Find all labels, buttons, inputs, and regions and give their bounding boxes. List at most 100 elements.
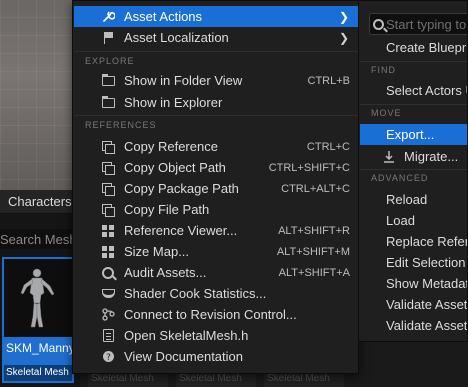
menu-item-audit-assets[interactable]: Audit Assets... ALT+SHIFT+A bbox=[74, 262, 358, 283]
menu-item-label: Open SkeletalMesh.h bbox=[124, 328, 249, 343]
menu-item-label: Connect to Revision Control... bbox=[124, 307, 297, 322]
menu-item-show-metadata[interactable]: Show Metadata bbox=[360, 273, 467, 294]
folder-search-icon bbox=[101, 95, 115, 110]
copy-icon bbox=[101, 140, 115, 154]
mannequin-icon bbox=[20, 268, 55, 328]
menu-item-copy-reference[interactable]: Copy Reference CTRL+C bbox=[74, 136, 358, 157]
search-meshes-placeholder: Search Meshes bbox=[0, 232, 80, 247]
menu-item-show-in-explorer[interactable]: Show in Explorer bbox=[74, 92, 358, 113]
section-header-advanced: ADVANCED bbox=[371, 173, 429, 183]
menu-item-label: Validate Assets bbox=[386, 297, 467, 312]
menu-item-label: Load bbox=[386, 213, 415, 228]
menu-item-select-actors[interactable]: Select Actors Using This Asset bbox=[360, 80, 467, 101]
menu-item-label: Shader Cook Statistics... bbox=[124, 286, 267, 301]
menu-item-replace-references[interactable]: Replace References bbox=[360, 231, 467, 252]
menu-item-label: Asset Actions bbox=[124, 9, 203, 24]
section-header-explore: EXPLORE bbox=[85, 56, 135, 66]
section-header-move: MOVE bbox=[371, 108, 402, 118]
reference-viewer-icon bbox=[101, 224, 115, 238]
menu-item-label: Reference Viewer... bbox=[124, 223, 238, 238]
menu-divider bbox=[74, 51, 358, 52]
section-header-references: REFERENCES bbox=[85, 120, 157, 130]
menu-item-reload[interactable]: Reload bbox=[360, 189, 467, 210]
menu-item-copy-object-path[interactable]: Copy Object Path CTRL+SHIFT+C bbox=[74, 157, 358, 178]
menu-item-export[interactable]: Export... bbox=[360, 124, 467, 145]
menu-item-label: Copy Package Path bbox=[124, 181, 239, 196]
search-meshes-input[interactable]: Search Meshes bbox=[0, 229, 80, 249]
chevron-right-icon: ❯ bbox=[338, 30, 350, 45]
menu-item-label: Migrate... bbox=[404, 149, 459, 164]
menu-item-label: Validate Assets and Dependencies bbox=[386, 318, 467, 333]
audit-icon bbox=[101, 266, 115, 280]
menu-item-size-map[interactable]: Size Map... ALT+SHIFT+M bbox=[74, 241, 358, 262]
level-viewport[interactable] bbox=[0, 0, 80, 190]
menu-item-label: Asset Localization bbox=[124, 30, 229, 45]
menu-item-show-in-folder-view[interactable]: Show in Folder View CTRL+B bbox=[74, 70, 358, 91]
asset-name-area: SKM_Manny bbox=[4, 337, 75, 367]
menu-item-shortcut: CTRL+B bbox=[307, 74, 351, 87]
submenu-search-box[interactable] bbox=[369, 13, 467, 35]
menu-item-shortcut: CTRL+SHIFT+C bbox=[268, 161, 350, 174]
menu-item-view-documentation[interactable]: ? View Documentation bbox=[74, 346, 358, 367]
menu-divider bbox=[360, 169, 467, 170]
menu-item-open-source-file[interactable]: Open SkeletalMesh.h bbox=[74, 325, 358, 346]
menu-item-asset-localization[interactable]: Asset Localization ❯ bbox=[74, 27, 358, 48]
wrench-icon bbox=[101, 10, 115, 24]
menu-item-label: Create Blueprint bbox=[386, 40, 467, 55]
search-icon bbox=[370, 18, 386, 30]
menu-item-label: Size Map... bbox=[124, 244, 190, 259]
size-map-icon bbox=[101, 245, 115, 259]
copy-icon bbox=[101, 161, 115, 175]
menu-item-validate-assets-dependencies[interactable]: Validate Assets and Dependencies bbox=[360, 315, 467, 336]
menu-item-copy-file-path[interactable]: Copy File Path bbox=[74, 199, 358, 220]
menu-item-label: Show in Folder View bbox=[124, 73, 243, 88]
cook-icon bbox=[101, 287, 115, 301]
asset-thumbnail bbox=[4, 259, 72, 337]
menu-item-connect-revision-control[interactable]: Connect to Revision Control... bbox=[74, 304, 358, 325]
menu-divider bbox=[360, 61, 467, 62]
menu-item-reference-viewer[interactable]: Reference Viewer... ALT+SHIFT+R bbox=[74, 220, 358, 241]
revision-control-icon bbox=[101, 308, 115, 322]
menu-item-shortcut: ALT+SHIFT+A bbox=[278, 266, 350, 279]
menu-item-create-blueprint[interactable]: Create Blueprint bbox=[360, 37, 467, 58]
menu-item-label: Show Metadata bbox=[386, 276, 467, 291]
menu-item-load[interactable]: Load bbox=[360, 210, 467, 231]
tab-characters[interactable]: Characters bbox=[0, 190, 80, 214]
menu-item-edit-selection[interactable]: Edit Selection in Property Matrix bbox=[360, 252, 467, 273]
menu-item-label: Show in Explorer bbox=[124, 95, 223, 110]
menu-item-label: Replace References bbox=[386, 234, 467, 249]
asset-name: SKM_Manny bbox=[6, 341, 75, 355]
svg-text:?: ? bbox=[106, 353, 111, 363]
menu-item-label: Copy Object Path bbox=[124, 160, 226, 175]
menu-item-label: Select Actors Using This Asset bbox=[386, 83, 467, 98]
section-header-find: FIND bbox=[371, 65, 396, 75]
menu-item-shortcut: CTRL+ALT+C bbox=[281, 182, 350, 195]
menu-item-label: Copy File Path bbox=[124, 202, 210, 217]
migrate-icon bbox=[382, 150, 396, 164]
menu-item-validate-assets[interactable]: Validate Assets bbox=[360, 294, 467, 315]
copy-icon bbox=[101, 182, 115, 196]
menu-item-shortcut: ALT+SHIFT+R bbox=[278, 224, 350, 237]
asset-actions-submenu: Create Blueprint FIND Select Actors Usin… bbox=[358, 0, 468, 342]
menu-item-label: Copy Reference bbox=[124, 139, 218, 154]
chevron-right-icon: ❯ bbox=[338, 9, 350, 24]
menu-item-label: Export... bbox=[386, 127, 435, 142]
flag-icon bbox=[101, 31, 115, 45]
menu-item-shader-cook-statistics[interactable]: Shader Cook Statistics... bbox=[74, 283, 358, 304]
menu-item-shortcut: ALT+SHIFT+M bbox=[276, 245, 350, 258]
cpp-file-icon bbox=[101, 329, 115, 343]
asset-tile-skm-manny[interactable]: SKM_Manny Skeletal Mesh bbox=[2, 257, 75, 383]
menu-item-label: Reload bbox=[386, 192, 428, 207]
menu-item-shortcut: CTRL+C bbox=[306, 140, 350, 153]
menu-divider bbox=[360, 104, 467, 105]
copy-icon bbox=[101, 203, 115, 217]
menu-item-migrate[interactable]: Migrate... bbox=[360, 146, 467, 167]
submenu-search-input[interactable] bbox=[386, 16, 467, 32]
menu-item-copy-package-path[interactable]: Copy Package Path CTRL+ALT+C bbox=[74, 178, 358, 199]
asset-type-label: Skeletal Mesh bbox=[4, 365, 72, 381]
help-icon: ? bbox=[101, 350, 115, 364]
asset-context-menu: Asset Actions ❯ Asset Localization ❯ EXP… bbox=[72, 0, 359, 374]
tab-characters-label: Characters bbox=[8, 194, 72, 209]
folder-search-icon bbox=[101, 73, 115, 88]
menu-item-asset-actions[interactable]: Asset Actions ❯ bbox=[74, 6, 358, 27]
